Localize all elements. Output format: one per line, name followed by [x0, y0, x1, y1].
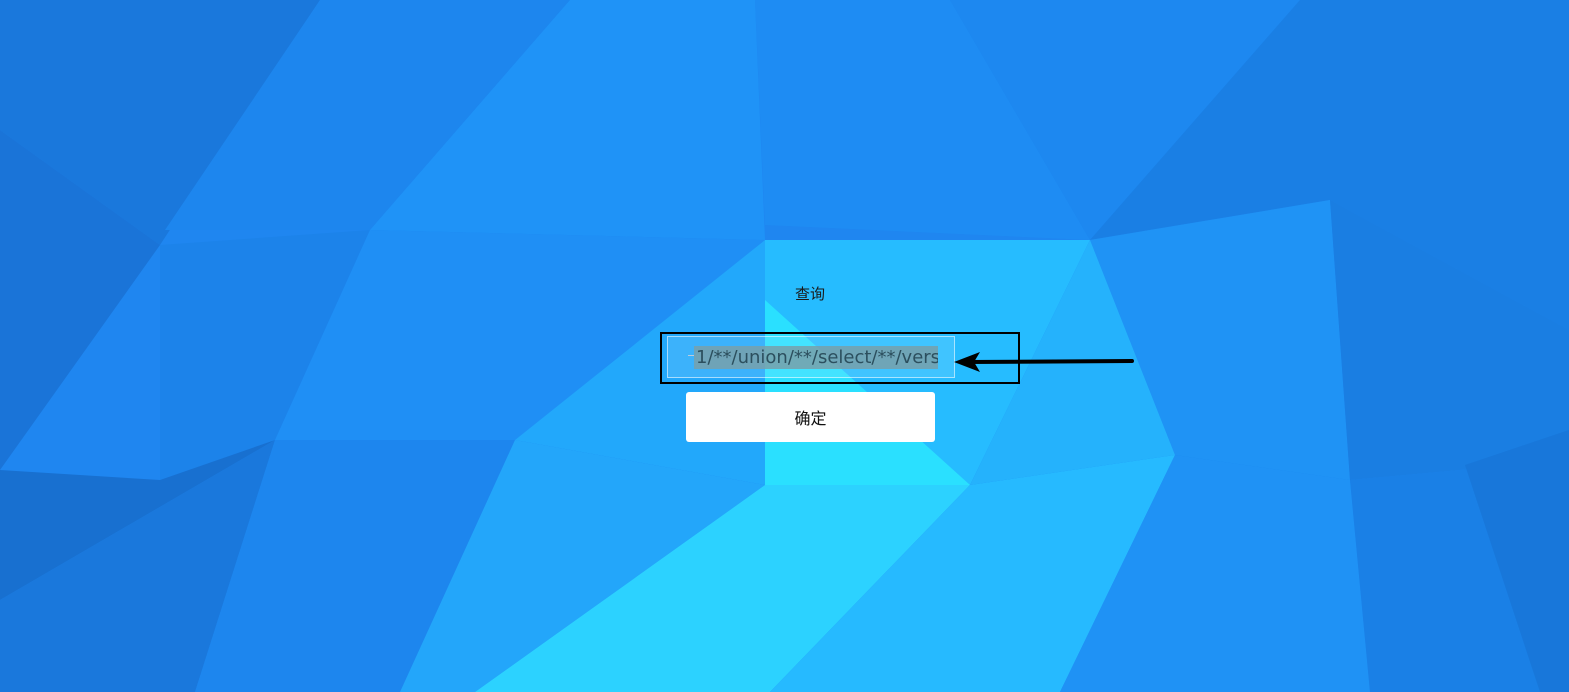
query-input-selected-text: 1/**/union/**/select/**/versio	[694, 346, 938, 369]
arrow-left-icon	[954, 352, 1134, 372]
confirm-button[interactable]: 确定	[686, 392, 935, 442]
login-page: 查询 1/**/union/**/select/**/versio 确定	[0, 0, 1569, 692]
query-input[interactable]: 1/**/union/**/select/**/versio	[667, 336, 955, 378]
page-title: 查询	[794, 285, 825, 303]
